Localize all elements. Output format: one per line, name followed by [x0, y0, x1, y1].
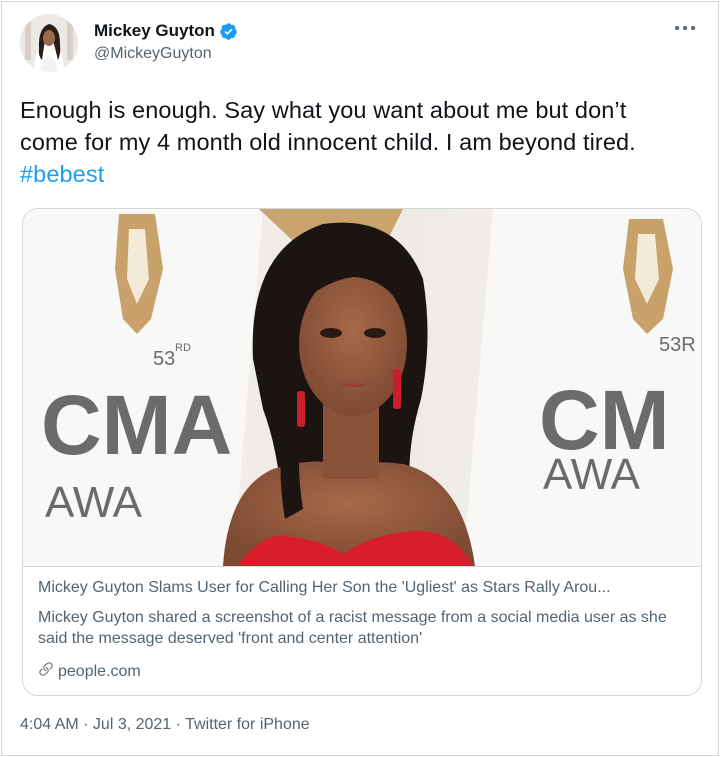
- backdrop-suffix-left: RD: [175, 342, 191, 354]
- tweet-body: Enough is enough. Say what you want abou…: [20, 97, 636, 156]
- card-body: Mickey Guyton Slams User for Calling Her…: [23, 566, 701, 695]
- backdrop-word2-left: AWA: [45, 478, 143, 527]
- backdrop-word-left: CMA: [41, 378, 232, 472]
- more-dots-icon[interactable]: [670, 18, 700, 38]
- tweet-card: Mickey Guyton @MickeyGuyton Enough is en…: [1, 1, 719, 756]
- backdrop-number-right: 53R: [659, 334, 696, 356]
- avatar[interactable]: [20, 14, 78, 72]
- author-handle[interactable]: @MickeyGuyton: [94, 45, 238, 63]
- hashtag-link[interactable]: #bebest: [20, 161, 104, 187]
- link-preview-card[interactable]: 53 RD CMA AWA 53R CM AWA Mickey Guyton S…: [22, 208, 702, 696]
- backdrop-number-left: 53: [153, 348, 175, 370]
- verified-badge-icon: [219, 22, 238, 41]
- backdrop-word2-right: AWA: [543, 450, 641, 499]
- link-icon: [38, 661, 54, 682]
- card-domain[interactable]: people.com: [38, 661, 141, 682]
- avatar-image: [20, 14, 78, 72]
- tweet-header: Mickey Guyton @MickeyGuyton: [20, 14, 702, 74]
- tweet-source[interactable]: Twitter for iPhone: [185, 716, 310, 733]
- tweet-text: Enough is enough. Say what you want abou…: [20, 94, 680, 191]
- author-name[interactable]: Mickey Guyton: [94, 21, 215, 41]
- card-title[interactable]: Mickey Guyton Slams User for Calling Her…: [38, 579, 693, 597]
- card-domain-text: people.com: [58, 662, 141, 680]
- tweet-date[interactable]: Jul 3, 2021: [93, 716, 171, 733]
- author-names: Mickey Guyton @MickeyGuyton: [94, 20, 238, 63]
- tweet-time[interactable]: 4:04 AM: [20, 716, 79, 733]
- meta-separator: ·: [171, 716, 186, 733]
- card-description: Mickey Guyton shared a screenshot of a r…: [38, 609, 667, 648]
- meta-separator: ·: [78, 716, 93, 733]
- card-image: 53 RD CMA AWA 53R CM AWA: [23, 209, 701, 566]
- tweet-meta: 4:04 AM · Jul 3, 2021 · Twitter for iPho…: [20, 716, 310, 734]
- card-photo: 53 RD CMA AWA 53R CM AWA: [23, 209, 701, 566]
